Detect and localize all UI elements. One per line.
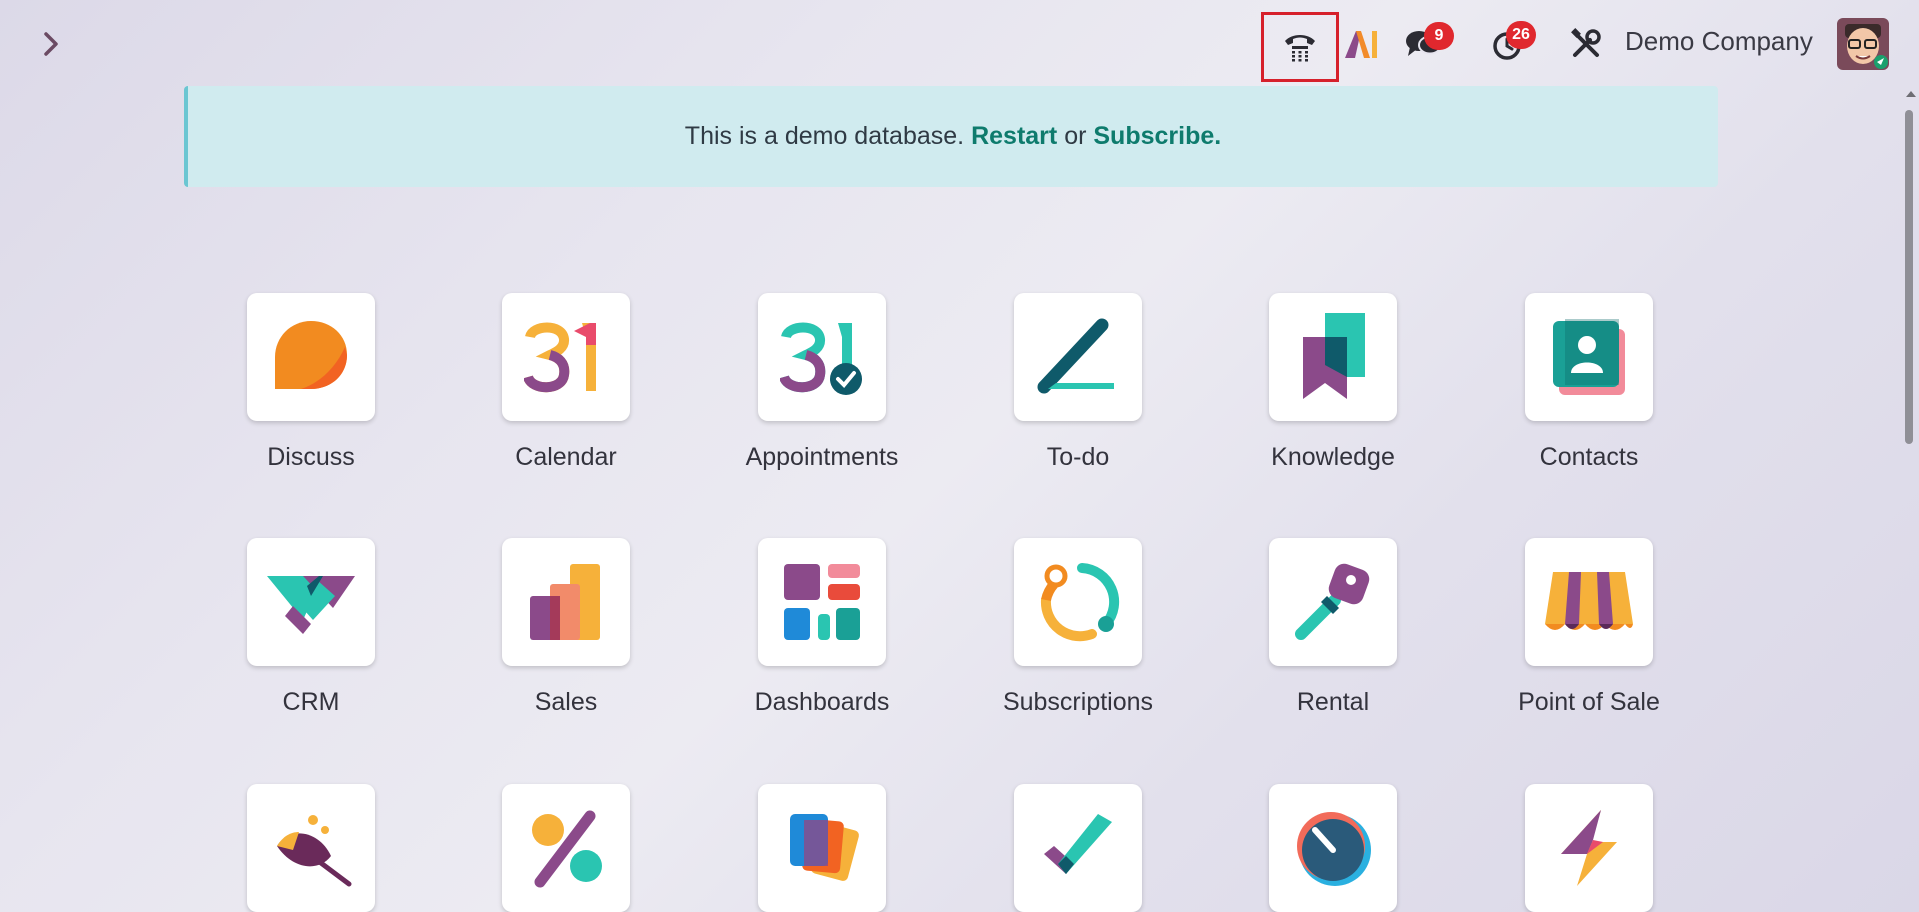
app-tile[interactable] xyxy=(1014,784,1142,912)
app-label: Contacts xyxy=(1539,443,1639,471)
app-label: Sales xyxy=(534,688,598,716)
app-tile[interactable] xyxy=(1269,784,1397,912)
app-tile[interactable] xyxy=(758,784,886,912)
tools-icon xyxy=(1571,28,1601,57)
app-tile[interactable] xyxy=(1269,293,1397,421)
app-tile-row3-4[interactable] xyxy=(958,784,1198,912)
messages-button[interactable]: 9 xyxy=(1396,0,1454,88)
checkmark-icon xyxy=(1044,814,1112,874)
app-label: Point of Sale xyxy=(1518,688,1660,716)
subscriptions-icon xyxy=(1040,563,1120,642)
lightning-icon xyxy=(1561,810,1617,886)
app-rental[interactable]: Rental xyxy=(1213,538,1453,717)
app-dashboards[interactable]: Dashboards xyxy=(702,538,942,717)
gauge-icon xyxy=(1297,812,1371,886)
app-sales[interactable]: Sales xyxy=(446,538,686,717)
sidebar-toggle-button[interactable] xyxy=(38,28,66,60)
banner-text: This is a demo database. xyxy=(684,122,965,150)
demo-database-banner: This is a demo database. Restart or Subs… xyxy=(184,86,1718,187)
app-knowledge[interactable]: Knowledge xyxy=(1213,293,1453,472)
app-label: To-do xyxy=(1046,443,1110,471)
app-tile[interactable] xyxy=(502,293,630,421)
app-label: Dashboards xyxy=(754,688,890,716)
chevron-right-icon xyxy=(44,32,58,56)
ai-button[interactable] xyxy=(1340,0,1384,88)
app-tile-row3-3[interactable] xyxy=(702,784,942,912)
banner-or-text: or xyxy=(1064,122,1087,150)
app-tile[interactable] xyxy=(1525,784,1653,912)
point-of-sale-icon xyxy=(1545,572,1633,630)
app-label: Discuss xyxy=(267,443,355,471)
app-label: CRM xyxy=(282,688,340,716)
subscribe-link[interactable]: Subscribe. xyxy=(1093,122,1221,151)
app-tile-row3-1[interactable] xyxy=(191,784,431,912)
contacts-icon xyxy=(1553,319,1625,395)
app-tile[interactable] xyxy=(1014,293,1142,421)
company-switcher[interactable]: Demo Company xyxy=(1625,26,1813,57)
dashboards-icon xyxy=(784,564,860,640)
app-discuss[interactable]: Discuss xyxy=(191,293,431,472)
scrollbar-thumb[interactable] xyxy=(1905,110,1913,444)
calendar-icon xyxy=(524,322,596,393)
app-tile[interactable] xyxy=(247,538,375,666)
percent-icon xyxy=(532,810,602,888)
messages-count-badge: 9 xyxy=(1424,22,1454,50)
top-navbar: 9 26 Demo Company xyxy=(0,0,1919,88)
app-label: Subscriptions xyxy=(1002,688,1154,716)
activities-button[interactable]: 26 xyxy=(1476,0,1542,88)
app-tile[interactable] xyxy=(247,784,375,912)
app-label: Calendar xyxy=(515,443,617,471)
app-appointments[interactable]: Appointments xyxy=(702,293,942,472)
scroll-up-icon[interactable] xyxy=(1904,88,1918,100)
appointments-icon xyxy=(780,322,862,395)
app-tile[interactable] xyxy=(1014,538,1142,666)
app-tile-row3-6[interactable] xyxy=(1469,784,1709,912)
app-contacts[interactable]: Contacts xyxy=(1469,293,1709,472)
app-label: Appointments xyxy=(745,443,899,471)
activities-count-badge: 26 xyxy=(1506,21,1536,49)
app-tile[interactable] xyxy=(1525,293,1653,421)
app-todo[interactable]: To-do xyxy=(958,293,1198,472)
app-tile[interactable] xyxy=(502,538,630,666)
discuss-icon xyxy=(275,321,347,389)
feather-icon xyxy=(277,815,352,887)
app-calendar[interactable]: Calendar xyxy=(446,293,686,472)
cards-icon xyxy=(790,814,859,881)
app-crm[interactable]: CRM xyxy=(191,538,431,717)
crm-icon xyxy=(267,576,355,634)
app-label: Rental xyxy=(1296,688,1370,716)
app-point-of-sale[interactable]: Point of Sale xyxy=(1469,538,1709,717)
user-avatar-icon xyxy=(1837,18,1889,70)
todo-icon xyxy=(1037,318,1114,394)
debug-tools-button[interactable] xyxy=(1564,0,1608,88)
app-tile[interactable] xyxy=(1525,538,1653,666)
restart-link[interactable]: Restart xyxy=(971,122,1057,151)
ai-icon xyxy=(1345,31,1377,58)
phone-icon xyxy=(1285,35,1315,62)
app-tile[interactable] xyxy=(247,293,375,421)
app-tile-row3-2[interactable] xyxy=(446,784,686,912)
user-avatar[interactable] xyxy=(1837,18,1889,70)
knowledge-icon xyxy=(1303,313,1365,399)
app-tile[interactable] xyxy=(758,538,886,666)
app-tile[interactable] xyxy=(502,784,630,912)
app-tile-row3-5[interactable] xyxy=(1213,784,1453,912)
app-tile[interactable] xyxy=(1269,538,1397,666)
app-label: Knowledge xyxy=(1271,443,1395,471)
rental-icon xyxy=(1295,563,1370,640)
app-subscriptions[interactable]: Subscriptions xyxy=(958,538,1198,717)
app-tile[interactable] xyxy=(758,293,886,421)
sales-icon xyxy=(530,564,600,640)
voip-phone-button[interactable] xyxy=(1261,12,1339,82)
